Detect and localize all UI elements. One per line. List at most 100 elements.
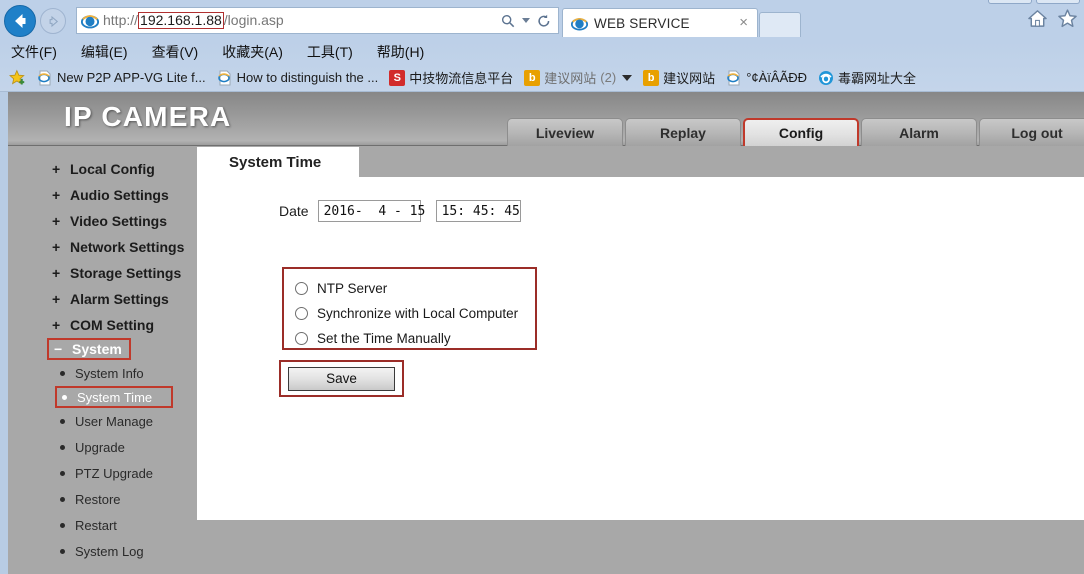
sidebar-item-audio-settings[interactable]: + Audio Settings [8,182,197,208]
tab-replay[interactable]: Replay [625,118,741,146]
tab-title: WEB SERVICE [594,15,690,31]
navigation-row: http://192.168.1.88/login.asp WEB SERVIC… [0,0,1084,40]
close-icon[interactable]: × [736,15,751,32]
sidebar-item-system-time[interactable]: System Time [55,386,173,408]
bullet-icon [60,370,65,376]
new-tab-button[interactable] [759,12,801,37]
radio-icon[interactable] [295,307,308,320]
sogou-icon: S [389,69,406,86]
content-panel: System Time Date 2016- 4 - 15 15: 45: 45… [197,147,1084,520]
bullet-icon [60,548,65,554]
sidebar-subitem-label: System Log [75,543,144,559]
bullet-icon [60,444,65,450]
sidebar-subitem-label: Restore [75,491,121,507]
url-scheme: http:// [103,11,139,28]
sidebar-item-video-settings[interactable]: + Video Settings [8,208,197,234]
ie-page-icon [727,70,740,85]
tab-logout[interactable]: Log out [979,118,1084,146]
sidebar-item-label: Local Config [70,161,155,177]
sidebar-item-upgrade[interactable]: Upgrade [8,434,197,460]
time-input[interactable]: 15: 45: 45 [435,200,521,222]
menu-item-view[interactable]: 查看(V) [152,42,199,62]
sidebar-item-restore[interactable]: Restore [8,486,197,512]
expand-plus-icon: + [52,213,61,229]
favorite-how-to-distinguish[interactable]: How to distinguish the ... [217,70,379,86]
sidebar-subitem-label: System Info [75,365,144,381]
sidebar-item-network-settings[interactable]: + Network Settings [8,234,197,260]
sidebar-item-alarm-settings[interactable]: + Alarm Settings [8,286,197,312]
camera-web-page: IP CAMERA Liveview Replay Config Alarm L… [8,92,1084,574]
collapse-minus-icon: − [54,341,63,357]
forward-arrow-icon[interactable] [40,8,66,34]
sidebar-item-com-setting[interactable]: + COM Setting [8,312,197,338]
menu-item-tools[interactable]: 工具(T) [307,42,353,62]
panel-body: Date 2016- 4 - 15 15: 45: 45 NTP Server … [197,177,1084,520]
favorite-duba-websites[interactable]: 毒霸网址大全 [818,68,916,87]
radio-option-set-time-manually[interactable]: Set the Time Manually [295,327,535,350]
favorite-alitrip[interactable]: °¢ÀïÂÃÐÐ [726,70,807,86]
back-arrow-icon[interactable] [4,5,36,37]
sidebar-item-system-log[interactable]: System Log [8,538,197,564]
date-label: Date [279,203,309,219]
address-bar[interactable]: http://192.168.1.88/login.asp [76,7,559,34]
bing-icon: b [643,69,660,86]
home-icon[interactable] [1027,8,1048,29]
menu-item-help[interactable]: 帮助(H) [377,42,424,62]
search-icon[interactable] [501,14,515,28]
favorites-star-icon[interactable] [1057,8,1078,29]
radio-option-ntp-server[interactable]: NTP Server [295,277,535,300]
favorite-new-p2p-app[interactable]: New P2P APP-VG Lite f... [37,70,206,86]
sidebar-item-local-config[interactable]: + Local Config [8,156,197,182]
tab-alarm[interactable]: Alarm [861,118,977,146]
favorite-label: °¢ÀïÂÃÐÐ [746,70,808,85]
sidebar-item-label: System [72,341,122,357]
radio-icon[interactable] [295,332,308,345]
bullet-icon [60,470,65,476]
tab-web-service[interactable]: WEB SERVICE × [562,8,758,37]
chrome-right-icons [1027,8,1078,29]
menu-item-favorites[interactable]: 收藏夹(A) [222,42,283,62]
sidebar-subitem-label: System Time [77,389,153,405]
chevron-down-icon[interactable] [622,74,633,81]
menu-item-edit[interactable]: 编辑(E) [81,42,128,62]
favorite-suggested-sites-group[interactable]: b 建议网站 (2) [524,68,633,87]
date-input[interactable]: 2016- 4 - 15 [317,200,425,222]
panel-title: System Time [204,147,359,177]
sidebar-item-system[interactable]: − System [47,338,131,360]
internet-explorer-icon [81,14,99,28]
sidebar-item-label: COM Setting [70,317,154,333]
favorite-label: New P2P APP-VG Lite f... [57,70,206,85]
favorite-suggested-sites[interactable]: b 建议网站 [643,68,715,87]
sidebar-item-user-manage[interactable]: User Manage [8,408,197,434]
menu-item-file[interactable]: 文件(F) [11,42,57,62]
duba-icon [819,70,834,85]
favorite-zhongji-logistics[interactable]: S 中技物流信息平台 [389,68,513,87]
favorites-bar: New P2P APP-VG Lite f... How to distingu… [0,64,1084,92]
add-favorite-star-icon[interactable] [9,69,28,87]
sidebar-item-system-info[interactable]: System Info [8,360,197,386]
url-text: http://192.168.1.88/login.asp [103,11,501,30]
expand-plus-icon: + [52,317,61,333]
radio-label: NTP Server [317,281,388,296]
browser-chrome: http://192.168.1.88/login.asp WEB SERVIC… [0,0,1084,92]
sidebar-item-label: Alarm Settings [70,291,169,307]
save-button[interactable]: Save [288,366,395,391]
radio-option-sync-local-computer[interactable]: Synchronize with Local Computer [295,302,535,325]
refresh-icon[interactable] [537,14,551,28]
favorite-label: How to distinguish the ... [236,70,379,85]
tab-config[interactable]: Config [743,118,859,146]
bullet-icon [62,394,67,400]
sidebar-item-label: Network Settings [70,239,185,255]
bullet-icon [60,496,65,502]
bullet-icon [60,418,65,424]
tab-liveview[interactable]: Liveview [507,118,623,146]
expand-plus-icon: + [52,265,61,281]
sidebar-item-ptz-upgrade[interactable]: PTZ Upgrade [8,460,197,486]
ie-page-icon [38,70,51,85]
radio-icon[interactable] [295,282,308,295]
sidebar-subitem-label: Upgrade [75,439,125,455]
sidebar-item-storage-settings[interactable]: + Storage Settings [8,260,197,286]
sidebar-item-restart[interactable]: Restart [8,512,197,538]
url-host-highlight: 192.168.1.88 [138,11,224,30]
chevron-down-icon[interactable] [522,18,530,23]
